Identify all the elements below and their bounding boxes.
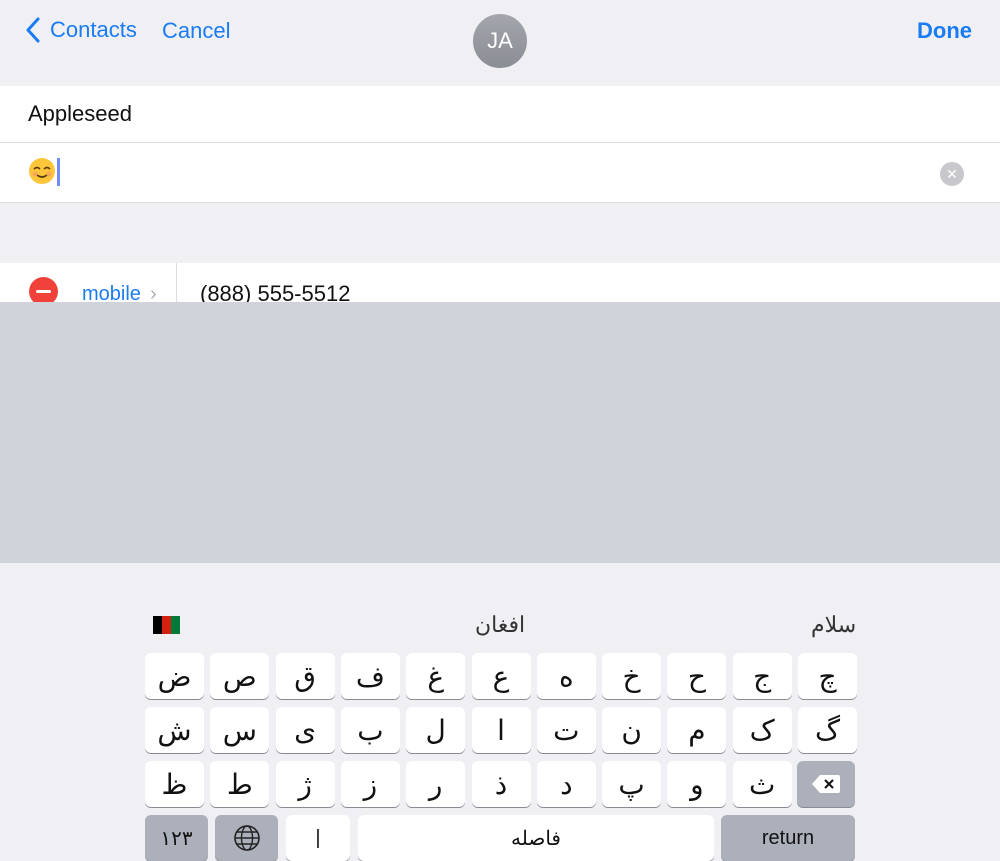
letter-key[interactable]: ض	[145, 653, 204, 699]
letter-key[interactable]: م	[667, 707, 727, 753]
letter-key[interactable]: د	[536, 761, 596, 807]
letter-key[interactable]: ه	[536, 653, 596, 699]
globe-icon	[233, 825, 260, 851]
space-key[interactable]: فاصله	[358, 815, 714, 861]
close-icon: ✕	[946, 165, 958, 182]
letter-key[interactable]: س	[210, 707, 270, 753]
zwnj-key[interactable]: |	[286, 815, 350, 861]
letter-key[interactable]: غ	[406, 653, 466, 699]
backspace-icon	[812, 775, 840, 793]
letter-key[interactable]: ژ	[275, 761, 335, 807]
letter-key[interactable]: ا	[471, 707, 531, 753]
letter-key[interactable]: خ	[602, 653, 662, 699]
last-name-field[interactable]: Appleseed	[0, 86, 1000, 143]
suggestion-right[interactable]: سلام	[811, 612, 856, 638]
letter-key[interactable]: ص	[210, 653, 270, 699]
done-button[interactable]: Done	[917, 18, 972, 44]
afghanistan-flag-icon	[153, 616, 180, 634]
letter-key[interactable]: ی	[275, 707, 335, 753]
letter-key[interactable]: ب	[340, 707, 400, 753]
relieved-face-emoji	[29, 158, 55, 184]
letter-key[interactable]: ذ	[471, 761, 531, 807]
numbers-key[interactable]: ١٢٣	[145, 815, 208, 861]
letter-key[interactable]: ط	[210, 761, 270, 807]
letter-key[interactable]: ف	[340, 653, 400, 699]
text-cursor	[57, 158, 60, 186]
back-label: Contacts	[50, 17, 137, 42]
letter-key[interactable]: ظ	[145, 761, 204, 807]
last-name-value: Appleseed	[28, 101, 132, 126]
keyboard: افغان سلام ضصقفغعهخحجچ شسیبلاتنمکگ ظطژزر…	[0, 302, 1000, 861]
letter-key[interactable]: و	[667, 761, 727, 807]
letter-key[interactable]: ث	[732, 761, 792, 807]
letter-key[interactable]: ق	[275, 653, 335, 699]
clear-text-button[interactable]: ✕	[940, 162, 964, 186]
letter-key[interactable]: ت	[536, 707, 596, 753]
letter-key[interactable]: ج	[732, 653, 792, 699]
first-name-field[interactable]	[0, 143, 1000, 202]
back-contacts-button[interactable]: Contacts	[26, 17, 137, 43]
letter-key[interactable]: ع	[471, 653, 531, 699]
letter-key[interactable]: پ	[602, 761, 662, 807]
return-key[interactable]: return	[721, 815, 855, 861]
section-separator	[0, 202, 1000, 264]
suggestion-middle[interactable]: افغان	[475, 612, 525, 638]
avatar[interactable]: JA	[473, 14, 527, 68]
letter-key[interactable]: ک	[732, 707, 792, 753]
globe-key[interactable]	[215, 815, 278, 861]
chevron-left-icon	[26, 17, 40, 43]
letter-key[interactable]: ز	[340, 761, 400, 807]
minus-icon	[36, 290, 51, 293]
letter-key[interactable]: ح	[667, 653, 727, 699]
letter-key[interactable]: ش	[145, 707, 204, 753]
letter-key[interactable]: ن	[602, 707, 662, 753]
cancel-button[interactable]: Cancel	[162, 18, 230, 44]
letter-key[interactable]: ل	[406, 707, 466, 753]
letter-key[interactable]: ر	[406, 761, 466, 807]
letter-key[interactable]: گ	[798, 707, 857, 753]
letter-key[interactable]: چ	[798, 653, 857, 699]
delete-key[interactable]	[797, 761, 855, 807]
